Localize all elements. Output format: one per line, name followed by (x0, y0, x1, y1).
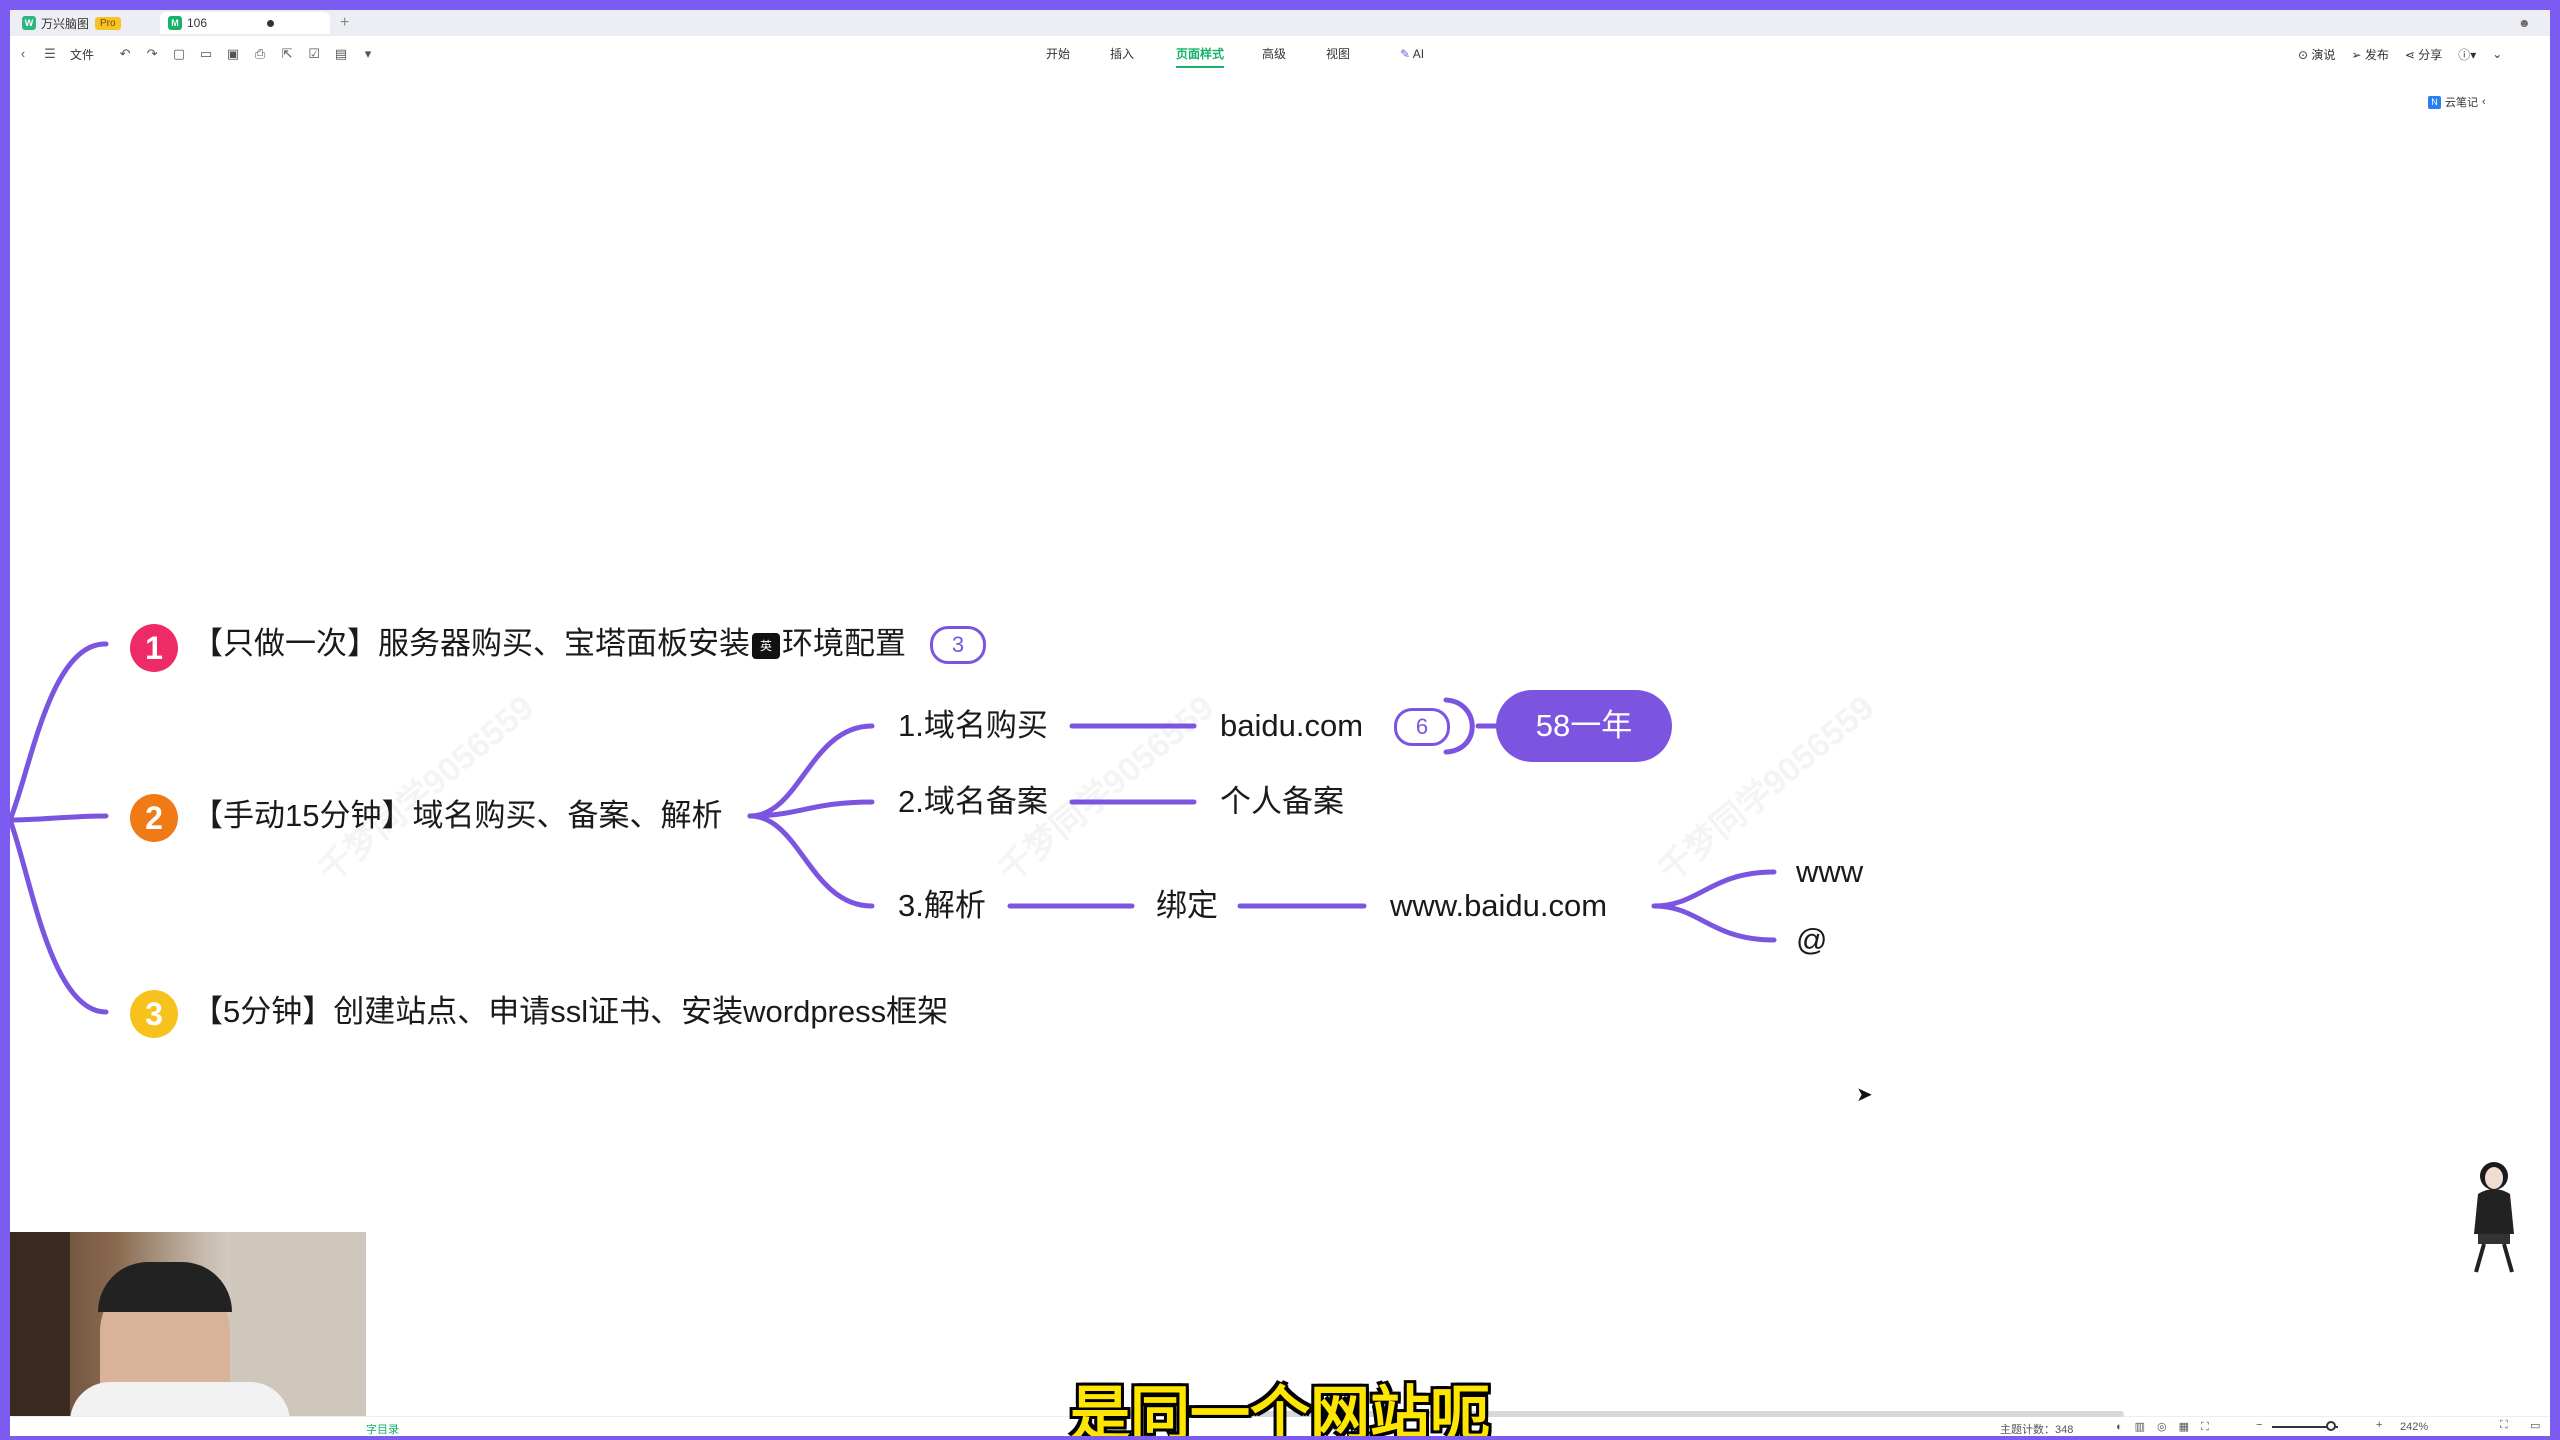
branch-1-text-b: 环境配置 (782, 626, 906, 661)
present-label: 演说 (2311, 47, 2336, 62)
app-tab[interactable]: W 万兴脑图 Pro (14, 12, 129, 34)
save-icon[interactable]: ▣ (226, 47, 240, 61)
export-icon[interactable]: ⇱ (280, 47, 294, 61)
connector-root-3 (10, 817, 109, 1015)
node-price-callout[interactable]: 58一年 (1496, 690, 1672, 762)
open-folder-icon[interactable]: ▭ (199, 47, 213, 61)
publish-label: 发布 (2364, 47, 2389, 62)
share-label: 分享 (2418, 47, 2443, 62)
more-chevron-icon[interactable]: ▾ (361, 47, 375, 61)
tab-page-style[interactable]: 页面样式 (1176, 36, 1225, 72)
menu-icon[interactable]: ☰ (43, 47, 57, 61)
node-personal-record[interactable]: 个人备案 (1220, 782, 1344, 822)
connector-root-2 (10, 813, 109, 823)
branch-3-badge: 3 (130, 990, 178, 1038)
doc-icon: M (168, 16, 182, 30)
branch-2-badge: 2 (130, 794, 178, 842)
tab-ai[interactable]: ✎ AI (1400, 36, 1424, 72)
undo-icon[interactable]: ↶ (118, 47, 132, 61)
node-resolve[interactable]: 3.解析 (898, 886, 986, 926)
document-tab-label: 106 (187, 16, 208, 30)
branch-2-node[interactable]: 【手动15分钟】域名购买、备案、解析 (192, 796, 722, 836)
branch-1-text: 【只做一次】服务器购买、宝塔面板安装 (192, 626, 750, 661)
tab-advanced[interactable]: 高级 (1262, 36, 1286, 72)
present-button[interactable]: ⊙ 演说 (2298, 46, 2335, 63)
play-icon: ⊙ (2298, 47, 2309, 62)
publish-button[interactable]: ➢ 发布 (2351, 46, 2388, 63)
mascot-figure-icon[interactable] (2454, 1154, 2534, 1274)
template-icon[interactable]: ▤ (334, 47, 348, 61)
share-icon: ⋖ (2404, 47, 2415, 62)
connector-domain-at (1651, 903, 1777, 943)
account-icon[interactable]: ☻ (2510, 12, 2539, 34)
help-icon[interactable]: ⓘ▾ (2458, 46, 2476, 63)
node-host-at[interactable]: @ (1796, 920, 1827, 960)
connector-2-resolve (747, 813, 875, 909)
app-window: W 万兴脑图 Pro M 106 + ☻ ‹ ☰ 文件 ↶ ↷ ▢ ▭ ▣ ⎙ … (10, 10, 2550, 1436)
ai-icon: ✎ (1400, 47, 1411, 61)
share-button[interactable]: ⋖ 分享 (2405, 46, 2442, 63)
node-host-www[interactable]: www (1796, 852, 1863, 892)
app-name: 万兴脑图 (41, 16, 90, 31)
collapse-chevron-icon[interactable]: ⌄ (2492, 47, 2502, 61)
redo-icon[interactable]: ↷ (145, 47, 159, 61)
print-icon[interactable]: ⎙ (253, 47, 267, 61)
node-www-baidu-com[interactable]: www.baidu.com (1390, 886, 1607, 926)
toolbar: ‹ ☰ 文件 ↶ ↷ ▢ ▭ ▣ ⎙ ⇱ ☑ ▤ ▾ 开始 插入 页面样式 高级… (10, 36, 2550, 73)
check-icon[interactable]: ☑ (307, 47, 321, 61)
tab-view[interactable]: 视图 (1326, 36, 1350, 72)
video-subtitle: 是同一个网站呃 (1070, 1381, 1490, 1436)
branch-1-badge: 1 (130, 624, 178, 672)
tab-insert[interactable]: 插入 (1110, 36, 1134, 72)
app-logo-icon: W (22, 16, 36, 30)
branch-1-node[interactable]: 【只做一次】服务器购买、宝塔面板安装英环境配置 (192, 624, 906, 664)
file-menu[interactable]: 文件 (70, 46, 94, 63)
add-tab-button[interactable]: + (332, 12, 357, 34)
node-baidu-collapse-count[interactable]: 6 (1394, 708, 1450, 746)
tab-start[interactable]: 开始 (1046, 36, 1070, 72)
node-bind[interactable]: 绑定 (1156, 886, 1218, 926)
mouse-cursor-icon: ➤ (1856, 1084, 1873, 1106)
connector-root-1 (10, 641, 109, 823)
new-icon[interactable]: ▢ (172, 47, 186, 61)
back-icon[interactable]: ‹ (16, 47, 30, 61)
unsaved-dot-icon (267, 19, 275, 27)
input-method-badge: 英 (752, 632, 780, 659)
pro-badge: Pro (95, 16, 121, 30)
node-baidu-com[interactable]: baidu.com (1220, 706, 1363, 746)
branch-1-collapse-count[interactable]: 3 (930, 626, 986, 664)
branch-3-node[interactable]: 【5分钟】创建站点、申请ssl证书、安装wordpress框架 (192, 992, 948, 1032)
send-icon: ➢ (2351, 47, 2362, 62)
connector-domain-www (1651, 869, 1777, 909)
tab-ai-label: AI (1412, 47, 1425, 61)
document-tab[interactable]: M 106 (160, 12, 330, 34)
tab-bar: W 万兴脑图 Pro M 106 + ☻ (10, 10, 2550, 36)
mindmap-canvas[interactable]: N 云笔记 ‹ 千梦同学9056559 千梦同学9056559 千梦同学9056… (10, 72, 2550, 1412)
node-domain-buy[interactable]: 1.域名购买 (898, 706, 1048, 746)
node-domain-record[interactable]: 2.域名备案 (898, 782, 1048, 822)
